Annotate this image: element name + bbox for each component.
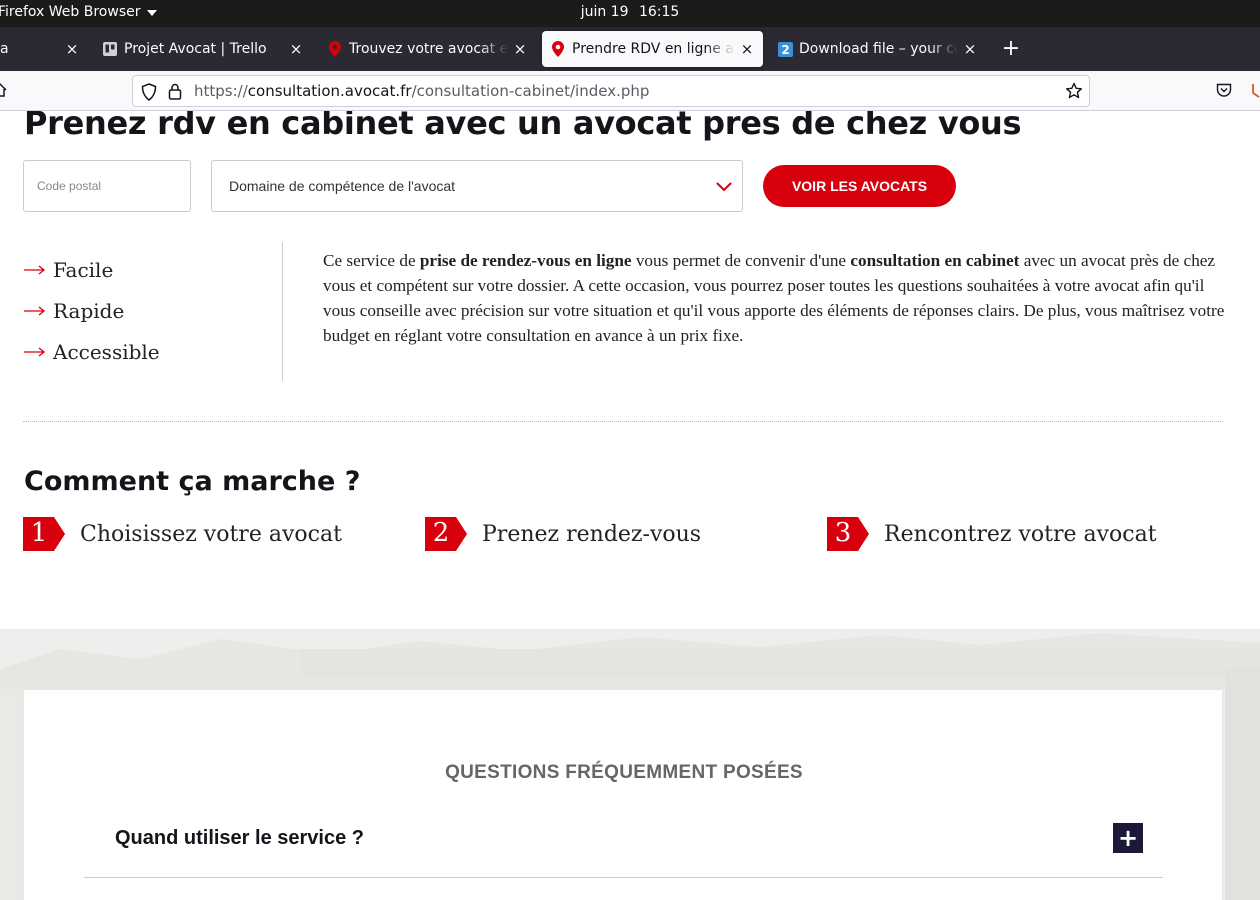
- faq-title: QUESTIONS FRÉQUEMMENT POSÉES: [445, 762, 803, 783]
- faq-question[interactable]: Quand utiliser le service ?: [115, 827, 364, 850]
- tab-title: Trouvez votre avocat et consultez: [349, 41, 508, 57]
- divider: [282, 242, 283, 381]
- close-icon[interactable]: ×: [64, 40, 80, 58]
- tab-download-file[interactable]: 2 Download file – your converted file ×: [769, 31, 986, 67]
- map-pin-icon: [550, 41, 566, 57]
- navigation-bar: https://consultation.avocat.fr/consultat…: [0, 71, 1260, 111]
- extension-icon[interactable]: [1250, 83, 1260, 103]
- step-label: Prenez rendez-vous: [482, 521, 702, 547]
- trello-icon: [102, 41, 118, 57]
- home-icon[interactable]: [0, 82, 8, 98]
- section-divider: [23, 421, 1223, 422]
- step-label: Choisissez votre avocat: [80, 521, 342, 547]
- service-description: Ce service de prise de rendez-vous en li…: [323, 248, 1228, 348]
- system-clock[interactable]: juin 19 16:15: [0, 4, 1260, 20]
- web-page: Prenez rdv en cabinet avec un avocat pre…: [0, 111, 1260, 900]
- faq-divider: [84, 877, 1163, 878]
- close-icon[interactable]: ×: [739, 40, 755, 58]
- tab-title: Prendre RDV en ligne avec un avocat: [572, 41, 735, 57]
- zip-code-input[interactable]: Code postal: [23, 160, 191, 212]
- arrow-right-icon: [24, 265, 46, 275]
- url-bar[interactable]: https://consultation.avocat.fr/consultat…: [132, 75, 1090, 107]
- tab-partial[interactable]: a ×: [0, 31, 88, 67]
- step-item: 1 Choisissez votre avocat: [23, 517, 342, 551]
- feature-item: Rapide: [24, 299, 124, 323]
- system-top-bar: Firefox Web Browser juin 19 16:15: [0, 0, 1260, 27]
- feature-label: Rapide: [53, 299, 125, 323]
- tab-title: Download file – your converted file: [799, 41, 958, 57]
- lock-icon[interactable]: [168, 83, 182, 104]
- tab-trouvez-avocat[interactable]: Trouvez votre avocat et consultez ×: [319, 31, 536, 67]
- map-pin-icon: [327, 41, 343, 57]
- step-number-badge: 1: [23, 517, 65, 551]
- step-item: 3 Rencontrez votre avocat: [827, 517, 1157, 551]
- tab-prendre-rdv[interactable]: Prendre RDV en ligne avec un avocat ×: [542, 31, 763, 67]
- page-title: Prenez rdv en cabinet avec un avocat pre…: [24, 111, 1022, 142]
- faq-expand-plus-icon[interactable]: +: [1113, 823, 1143, 853]
- step-label: Rencontrez votre avocat: [884, 521, 1157, 547]
- tracking-shield-icon[interactable]: [141, 83, 157, 105]
- step-number: 3: [834, 518, 852, 548]
- feature-item: Accessible: [24, 340, 160, 364]
- description-bold: consultation en cabinet: [850, 251, 1020, 270]
- pocket-icon[interactable]: [1216, 83, 1232, 102]
- description-text: vous permet de convenir d'une: [631, 251, 851, 270]
- tab-title: Projet Avocat | Trello: [124, 41, 267, 57]
- url-text[interactable]: https://consultation.avocat.fr/consultat…: [194, 82, 649, 100]
- step-item: 2 Prenez rendez-vous: [425, 517, 701, 551]
- voir-les-avocats-button[interactable]: VOIR LES AVOCATS: [763, 165, 956, 207]
- tab-strip: a × Projet Avocat | Trello × Trouvez vot…: [0, 27, 1260, 71]
- close-icon[interactable]: ×: [288, 40, 304, 58]
- step-number: 1: [30, 518, 48, 548]
- url-host: consultation.avocat.fr: [247, 82, 412, 100]
- tab-trello[interactable]: Projet Avocat | Trello ×: [94, 31, 312, 67]
- url-path: /consultation-cabinet/index.php: [411, 82, 650, 100]
- faq-card: QUESTIONS FRÉQUEMMENT POSÉES Quand utili…: [23, 689, 1223, 900]
- new-tab-button[interactable]: +: [1000, 35, 1022, 63]
- how-it-works-title: Comment ça marche ?: [24, 466, 361, 497]
- clock-time: 16:15: [638, 4, 680, 20]
- clock-date: juin 19: [580, 4, 629, 20]
- arrow-right-icon: [24, 347, 46, 357]
- feature-label: Facile: [53, 258, 114, 282]
- close-icon[interactable]: ×: [512, 40, 528, 58]
- arrow-right-icon: [24, 306, 46, 316]
- domain-select-label: Domaine de compétence de l'avocat: [229, 178, 456, 194]
- close-icon[interactable]: ×: [962, 40, 978, 58]
- description-text: Ce service de: [323, 251, 420, 270]
- download-2-icon: 2: [777, 41, 793, 57]
- bookmark-star-icon[interactable]: [1065, 82, 1083, 104]
- feature-item: Facile: [24, 258, 113, 282]
- step-number-badge: 2: [425, 517, 467, 551]
- feature-label: Accessible: [53, 340, 160, 364]
- step-number: 2: [432, 518, 450, 548]
- description-bold: prise de rendez-vous en ligne: [419, 251, 632, 270]
- domain-select[interactable]: Domaine de compétence de l'avocat: [211, 160, 743, 212]
- zip-code-placeholder: Code postal: [37, 179, 102, 193]
- url-scheme: https://: [194, 82, 248, 100]
- chevron-down-icon: [716, 179, 732, 195]
- svg-text:2: 2: [781, 43, 789, 57]
- tab-title: a: [0, 41, 9, 57]
- step-number-badge: 3: [827, 517, 869, 551]
